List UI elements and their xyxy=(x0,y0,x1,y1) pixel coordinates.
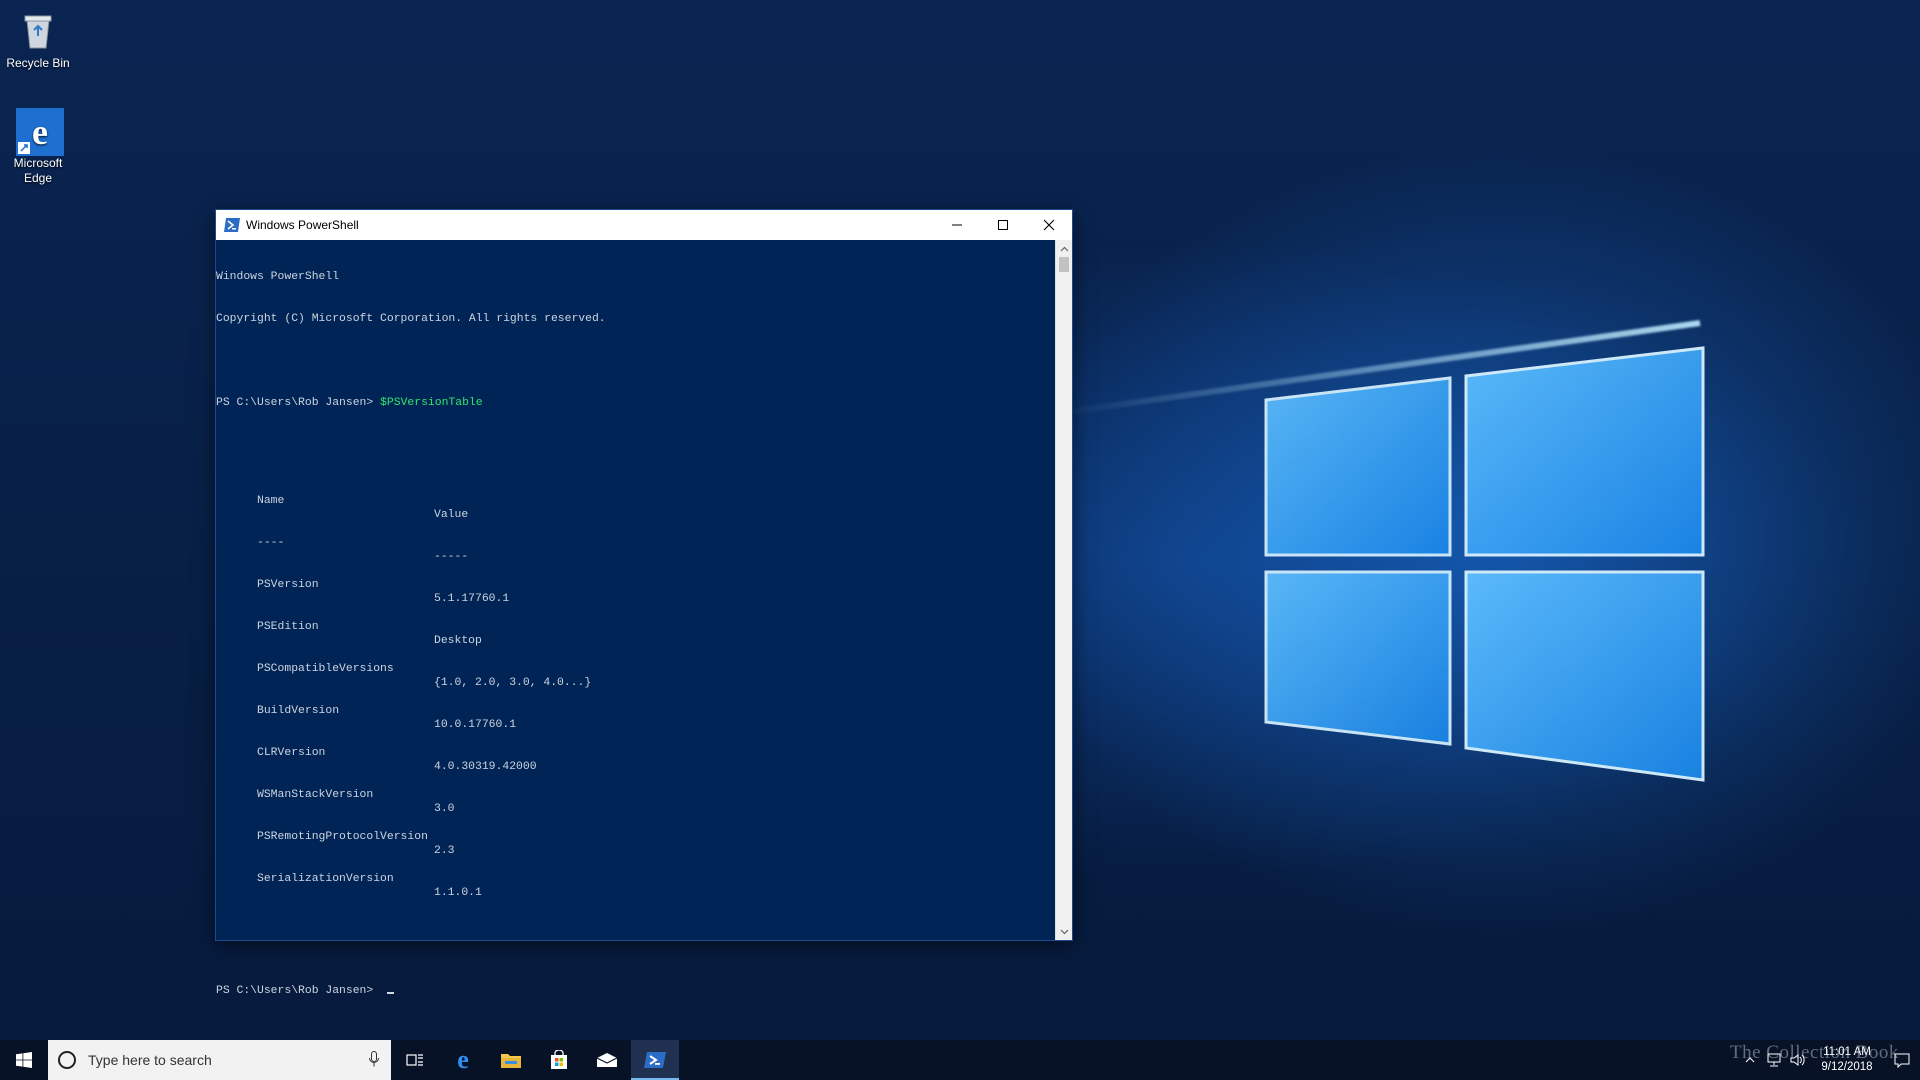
window-title: Windows PowerShell xyxy=(246,218,359,232)
windows-start-icon xyxy=(16,1052,32,1068)
close-icon xyxy=(1043,219,1055,231)
table-header: Value xyxy=(434,509,469,521)
desktop-icon-microsoft-edge[interactable]: e Microsoft Edge xyxy=(0,108,76,186)
svg-text:e: e xyxy=(32,112,48,152)
minimize-icon xyxy=(952,224,962,226)
desktop-icon-label: Microsoft Edge xyxy=(13,156,63,185)
console-banner-line: Windows PowerShell xyxy=(216,271,340,283)
table-divider-row: ---- ----- xyxy=(216,522,1056,563)
chevron-down-icon xyxy=(1060,929,1069,934)
store-icon xyxy=(551,1050,567,1069)
console-output[interactable]: Windows PowerShell Copyright (C) Microso… xyxy=(216,240,1056,997)
table-cell-name: CLRVersion xyxy=(257,747,326,759)
console-command: $PSVersionTable xyxy=(380,397,483,409)
table-cell-value: 3.0 xyxy=(434,803,455,815)
microphone-icon[interactable] xyxy=(369,1051,379,1068)
taskbar: Type here to search e 11:01 AM 9/12/2018 xyxy=(0,1040,1920,1080)
table-row: WSManStackVersion 3.0 xyxy=(216,774,1056,815)
taskbar-file-explorer[interactable] xyxy=(487,1040,535,1080)
table-header: Name xyxy=(257,495,285,507)
table-row: SerializationVersion 1.1.0.1 xyxy=(216,858,1056,899)
search-input[interactable]: Type here to search xyxy=(48,1040,391,1080)
taskbar-store[interactable] xyxy=(535,1040,583,1080)
table-cell-name: PSEdition xyxy=(257,621,319,633)
table-cell-name: BuildVersion xyxy=(257,705,340,717)
table-cell-name: PSRemotingProtocolVersion xyxy=(257,831,428,843)
table-cell-name: SerializationVersion xyxy=(257,873,394,885)
console-prompt: PS C:\Users\Rob Jansen> xyxy=(216,985,381,997)
table-cell-value: 2.3 xyxy=(434,845,455,857)
file-explorer-icon xyxy=(501,1054,521,1068)
watermark-text: The Collection Book xyxy=(1730,1042,1899,1063)
table-row: CLRVersion 4.0.30319.42000 xyxy=(216,732,1056,773)
table-cell-value: 5.1.17760.1 xyxy=(434,593,510,605)
recycle-bin-icon xyxy=(16,8,60,52)
table-header-row: Name Value xyxy=(216,480,1056,521)
table-cell-name: PSCompatibleVersions xyxy=(257,663,394,675)
taskbar-mail[interactable] xyxy=(583,1040,631,1080)
scrollbar-thumb[interactable] xyxy=(1059,257,1069,272)
search-placeholder: Type here to search xyxy=(88,1052,212,1068)
table-divider: ---- xyxy=(257,537,285,549)
mail-icon xyxy=(596,1053,618,1067)
maximize-button[interactable] xyxy=(980,210,1026,240)
svg-text:e: e xyxy=(457,1048,469,1072)
task-view-icon xyxy=(406,1054,423,1066)
console-command-line: PS C:\Users\Rob Jansen> $PSVersionTable xyxy=(216,396,1056,410)
taskbar-powershell[interactable] xyxy=(631,1040,679,1080)
table-cell-value: 4.0.30319.42000 xyxy=(434,761,537,773)
scroll-up-button[interactable] xyxy=(1056,240,1073,257)
console-prompt: PS C:\Users\Rob Jansen> xyxy=(216,397,381,409)
table-row: PSVersion 5.1.17760.1 xyxy=(216,564,1056,605)
edge-icon: e xyxy=(457,1048,469,1072)
start-button[interactable] xyxy=(0,1040,48,1080)
console-banner-line: Copyright (C) Microsoft Corporation. All… xyxy=(216,313,606,325)
chevron-up-icon xyxy=(1060,246,1069,251)
scroll-down-button[interactable] xyxy=(1056,923,1073,940)
table-cell-value: Desktop xyxy=(434,635,482,647)
powershell-icon xyxy=(644,1052,666,1068)
table-row: BuildVersion 10.0.17760.1 xyxy=(216,690,1056,731)
table-cell-value: 1.1.0.1 xyxy=(434,887,482,899)
powershell-window: Windows PowerShell Windows PowerShell Co… xyxy=(215,209,1073,997)
desktop-icon-recycle-bin[interactable]: Recycle Bin xyxy=(0,8,76,71)
table-row: PSRemotingProtocolVersion 2.3 xyxy=(216,816,1056,857)
edge-icon: e xyxy=(16,108,64,156)
table-divider: ----- xyxy=(434,551,469,563)
table-cell-name: PSVersion xyxy=(257,579,319,591)
powershell-icon xyxy=(224,218,240,232)
close-button[interactable] xyxy=(1026,210,1072,240)
vertical-scrollbar[interactable] xyxy=(1055,240,1072,940)
table-cell-value: 10.0.17760.1 xyxy=(434,719,517,731)
cortana-icon xyxy=(58,1051,76,1069)
table-row: PSCompatibleVersions {1.0, 2.0, 3.0, 4.0… xyxy=(216,648,1056,689)
console-input-line[interactable]: PS C:\Users\Rob Jansen> xyxy=(216,984,1056,998)
table-cell-value: {1.0, 2.0, 3.0, 4.0...} xyxy=(434,677,592,689)
desktop-icon-label: Recycle Bin xyxy=(6,56,70,70)
taskbar-edge[interactable]: e xyxy=(439,1040,487,1080)
windows-logo-wallpaper xyxy=(1260,340,1720,790)
maximize-icon xyxy=(998,220,1008,230)
text-cursor xyxy=(387,992,395,994)
window-titlebar[interactable]: Windows PowerShell xyxy=(216,210,1072,240)
minimize-button[interactable] xyxy=(934,210,980,240)
taskbar-task-view[interactable] xyxy=(391,1040,439,1080)
table-row: PSEdition Desktop xyxy=(216,606,1056,647)
table-cell-name: WSManStackVersion xyxy=(257,789,374,801)
